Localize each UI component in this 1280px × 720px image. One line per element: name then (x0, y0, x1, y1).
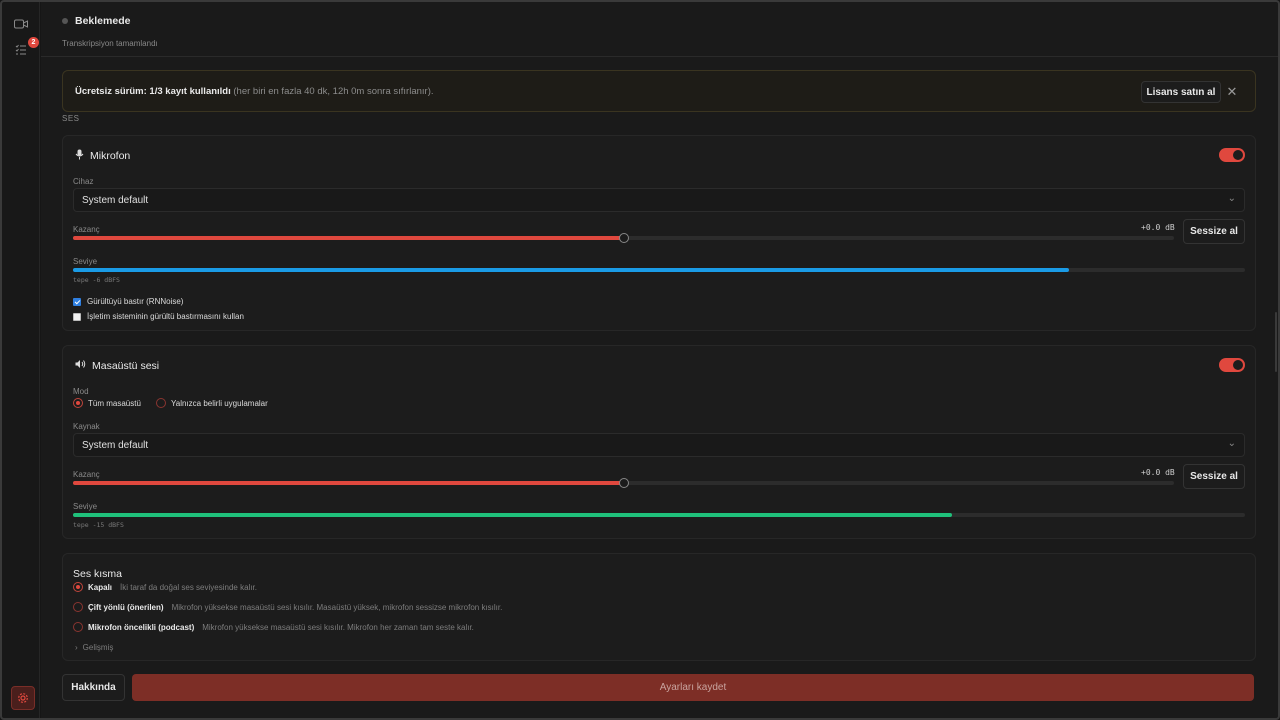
mode-radio-all[interactable] (73, 398, 83, 408)
desktop-gain-knob[interactable] (618, 478, 629, 488)
noise-suppress-checkbox[interactable] (73, 297, 81, 306)
desktop-gain-db: +0.0 dB (1141, 468, 1175, 477)
microphone-icon (75, 149, 84, 163)
mic-gain-fill (73, 236, 624, 240)
ducking-option-off-desc: İki taraf da doğal ses seviyesinde kalır… (120, 582, 257, 592)
microphone-card: Mikrofon Cihaz System default ⌄ Kazanç +… (62, 135, 1256, 331)
desktop-gain-label: Kazanç (73, 470, 100, 479)
mode-option-apps-label: Yalnızca belirli uygulamalar (171, 398, 268, 408)
advanced-toggle[interactable]: › Gelişmiş (75, 643, 113, 652)
desktop-level-fill (73, 513, 952, 517)
source-select-value: System default (82, 440, 149, 451)
ducking-title: Ses kısma (73, 568, 123, 580)
save-settings-button[interactable]: Ayarları kaydet (132, 674, 1254, 701)
mode-option-all-label: Tüm masaüstü (88, 398, 141, 408)
notification-badge: 2 (28, 37, 39, 48)
about-button[interactable]: Hakkında (62, 674, 125, 701)
close-icon[interactable]: ✕ (1225, 84, 1239, 100)
os-noise-label: İşletim sisteminin gürültü bastırmasını … (87, 312, 244, 321)
settings-gear-icon[interactable] (11, 686, 35, 710)
mic-gain-slider[interactable] (73, 233, 1174, 243)
mic-level-label: Seviye (73, 257, 98, 266)
mic-gain-label: Kazanç (73, 225, 100, 234)
sidebar: 2 (2, 2, 40, 718)
free-version-banner: Ücretsiz sürüm: 1/3 kayıt kullanıldı (he… (62, 70, 1256, 112)
mode-label: Mod (73, 387, 89, 396)
chevron-down-icon: ⌄ (1227, 438, 1236, 449)
section-label: SES (62, 114, 80, 123)
microphone-toggle[interactable] (1219, 148, 1245, 162)
desktop-audio-card: Masaüstü sesi Mod Tüm masaüstü Yalnızca … (62, 345, 1256, 539)
speaker-icon (75, 359, 86, 372)
banner-muted-text: (her biri en fazla 40 dk, 12h 0m sonra s… (230, 86, 434, 97)
device-select[interactable]: System default ⌄ (73, 188, 1245, 212)
banner-bold-text: Ücretsiz sürüm: 1/3 kayıt kullanıldı (75, 86, 231, 97)
scrollbar[interactable] (1275, 312, 1277, 372)
mode-radio-apps[interactable] (156, 398, 166, 408)
ducking-card: Ses kısma Kapalı İki taraf da doğal ses … (62, 553, 1256, 661)
mic-level-meter (73, 268, 1245, 272)
banner-text: Ücretsiz sürüm: 1/3 kayıt kullanıldı (he… (75, 86, 434, 97)
desktop-level-label: Seviye (73, 502, 98, 511)
noise-suppress-row[interactable]: Gürültüyü bastır (RNNoise) (73, 297, 183, 306)
buy-license-button[interactable]: Lisans satın al (1141, 81, 1221, 103)
mic-peak-text: tepe -6 dBFS (73, 276, 120, 284)
ducking-option-both[interactable]: Çift yönlü (önerilen) Mikrofon yüksekse … (73, 602, 502, 612)
mic-gain-db: +0.0 dB (1141, 223, 1175, 232)
ducking-radio-both[interactable] (73, 602, 83, 612)
source-select[interactable]: System default ⌄ (73, 433, 1245, 457)
noise-suppress-label: Gürültüyü bastır (RNNoise) (87, 297, 184, 306)
main-content: Beklemede Transkripsiyon tamamlandı Ücre… (41, 2, 1278, 718)
source-label: Kaynak (73, 422, 100, 431)
ducking-radio-mic[interactable] (73, 622, 83, 632)
divider (41, 56, 1278, 57)
microphone-title-row: Mikrofon (75, 149, 130, 163)
ducking-option-off[interactable]: Kapalı İki taraf da doğal ses seviyesind… (73, 582, 257, 592)
status-title: Beklemede (75, 15, 131, 27)
status-subtitle: Transkripsiyon tamamlandı (62, 39, 158, 48)
desktop-title-row: Masaüstü sesi (75, 359, 159, 372)
ducking-option-both-desc: Mikrofon yüksekse masaüstü sesi kısılır.… (171, 602, 503, 612)
mic-level-fill (73, 268, 1070, 272)
video-camera-icon[interactable] (12, 15, 30, 33)
ducking-option-off-label: Kapalı (88, 582, 113, 592)
os-noise-row[interactable]: İşletim sisteminin gürültü bastırmasını … (73, 312, 244, 321)
desktop-mute-button[interactable]: Sessize al (1183, 464, 1245, 489)
os-noise-checkbox[interactable] (73, 312, 81, 321)
device-label: Cihaz (73, 177, 94, 186)
chevron-right-icon: › (75, 643, 78, 652)
ducking-option-mic-desc: Mikrofon yüksekse masaüstü sesi kısılır.… (202, 622, 474, 632)
mic-mute-button[interactable]: Sessize al (1183, 219, 1245, 244)
ducking-option-mic[interactable]: Mikrofon öncelikli (podcast) Mikrofon yü… (73, 622, 474, 632)
desktop-gain-slider[interactable] (73, 478, 1174, 488)
chevron-down-icon: ⌄ (1227, 193, 1236, 204)
desktop-title: Masaüstü sesi (92, 359, 160, 372)
device-select-value: System default (82, 195, 149, 206)
status-dot (62, 18, 68, 24)
desktop-toggle[interactable] (1219, 358, 1245, 372)
mic-gain-knob[interactable] (618, 233, 629, 243)
desktop-gain-fill (73, 481, 624, 485)
desktop-level-meter (73, 513, 1245, 517)
microphone-title: Mikrofon (90, 150, 131, 162)
mode-option-all[interactable]: Tüm masaüstü (73, 398, 141, 408)
desktop-peak-text: tepe -15 dBFS (73, 521, 124, 529)
ducking-option-mic-label: Mikrofon öncelikli (podcast) (88, 622, 195, 632)
ducking-radio-off[interactable] (73, 582, 83, 592)
advanced-label: Gelişmiş (82, 643, 114, 652)
ducking-option-both-label: Çift yönlü (önerilen) (88, 602, 164, 612)
mode-option-apps[interactable]: Yalnızca belirli uygulamalar (156, 398, 268, 408)
